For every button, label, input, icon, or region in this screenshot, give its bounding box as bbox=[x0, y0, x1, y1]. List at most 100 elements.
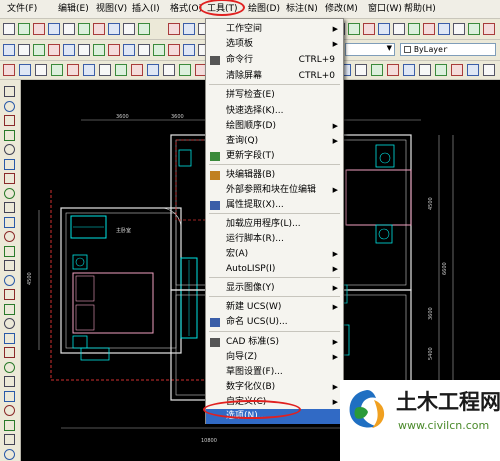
tools-menu-item-8[interactable]: 更新字段(T) bbox=[206, 149, 343, 164]
menu-2[interactable]: 视图(V) bbox=[96, 3, 127, 16]
draw-tool-icon[interactable] bbox=[4, 231, 15, 242]
menu-7[interactable]: 标注(N) bbox=[286, 3, 318, 16]
draw-tool-icon[interactable] bbox=[4, 419, 15, 431]
draw-tool-icon[interactable] bbox=[4, 129, 15, 141]
draw-tool-icon[interactable] bbox=[4, 144, 15, 155]
toolbar-tool-icon[interactable] bbox=[355, 64, 367, 76]
toolbar-tool-icon[interactable] bbox=[99, 64, 111, 76]
draw-tool-icon[interactable] bbox=[4, 361, 15, 373]
toolbar-tool-icon[interactable] bbox=[35, 64, 47, 76]
draw-tool-icon[interactable] bbox=[4, 115, 15, 126]
draw-tool-icon[interactable] bbox=[4, 347, 15, 358]
menu-8[interactable]: 修改(M) bbox=[325, 3, 358, 16]
toolbar-tool-icon[interactable] bbox=[348, 23, 360, 35]
draw-tool-icon[interactable] bbox=[4, 173, 15, 184]
tools-menu-item-5[interactable]: 快速选择(K)... bbox=[206, 104, 343, 119]
toolbar-tool-icon[interactable] bbox=[163, 64, 175, 76]
menu-6[interactable]: 绘图(D) bbox=[248, 3, 280, 16]
toolbar-tool-icon[interactable] bbox=[115, 64, 127, 76]
toolbar-tool-icon[interactable] bbox=[438, 23, 450, 35]
toolbar-tool-icon[interactable] bbox=[483, 64, 495, 76]
tools-menu-item-18[interactable]: 命名 UCS(U)... bbox=[206, 315, 343, 330]
toolbar-tool-icon[interactable] bbox=[93, 23, 105, 35]
draw-tool-icon[interactable] bbox=[4, 202, 15, 213]
toolbar-tool-icon[interactable] bbox=[467, 64, 479, 76]
layer-combo[interactable]: ByLayer bbox=[400, 43, 496, 56]
tools-menu-item-20[interactable]: 向导(Z) ▶ bbox=[206, 350, 343, 365]
tools-menu-item-12[interactable]: 加载应用程序(L)... bbox=[206, 217, 343, 232]
toolbar-tool-icon[interactable] bbox=[18, 23, 30, 35]
toolbar-tool-icon[interactable] bbox=[138, 44, 150, 56]
toolbar-tool-icon[interactable] bbox=[483, 23, 495, 35]
tools-menu-item-7[interactable]: 查询(Q) ▶ bbox=[206, 134, 343, 149]
toolbar-tool-icon[interactable] bbox=[108, 44, 120, 56]
draw-tool-icon[interactable] bbox=[4, 434, 15, 445]
toolbar-tool-icon[interactable] bbox=[387, 64, 399, 76]
toolbar-tool-icon[interactable] bbox=[78, 44, 90, 56]
toolbar-tool-icon[interactable] bbox=[33, 23, 45, 35]
toolbar-tool-icon[interactable] bbox=[393, 23, 405, 35]
tools-menu-item-9[interactable]: 块编辑器(B) bbox=[206, 168, 343, 183]
draw-tool-icon[interactable] bbox=[4, 376, 15, 387]
toolbar-tool-icon[interactable] bbox=[18, 44, 30, 56]
tools-menu-item-14[interactable]: 宏(A) ▶ bbox=[206, 247, 343, 262]
draw-tool-icon[interactable] bbox=[4, 448, 15, 460]
draw-tool-icon[interactable] bbox=[4, 245, 15, 257]
tools-menu-item-16[interactable]: 显示图像(Y) ▶ bbox=[206, 281, 343, 296]
tools-menu-item-10[interactable]: 外部参照和块在位编辑 ▶ bbox=[206, 183, 343, 198]
toolbar-tool-icon[interactable] bbox=[3, 44, 15, 56]
tools-menu-item-3[interactable]: 清除屏幕 CTRL+0 bbox=[206, 69, 343, 84]
menu-0[interactable]: 文件(F) bbox=[7, 3, 37, 16]
draw-tool-icon[interactable] bbox=[4, 332, 15, 344]
toolbar-tool-icon[interactable] bbox=[453, 23, 465, 35]
toolbar-tool-icon[interactable] bbox=[183, 44, 195, 56]
toolbar-tool-icon[interactable] bbox=[108, 23, 120, 35]
toolbar-tool-icon[interactable] bbox=[408, 23, 420, 35]
toolbar-tool-icon[interactable] bbox=[131, 64, 143, 76]
toolbar-tool-icon[interactable] bbox=[67, 64, 79, 76]
draw-tool-icon[interactable] bbox=[4, 289, 15, 300]
toolbar-tool-icon[interactable] bbox=[147, 64, 159, 76]
toolbar-tool-icon[interactable] bbox=[93, 44, 105, 56]
toolbar-tool-icon[interactable] bbox=[468, 23, 480, 35]
draw-tool-icon[interactable] bbox=[4, 187, 15, 199]
menu-4[interactable]: 格式(O) bbox=[170, 3, 202, 16]
tools-menu-item-11[interactable]: 属性提取(X)... bbox=[206, 198, 343, 213]
draw-tool-icon[interactable] bbox=[4, 260, 15, 271]
toolbar-tool-icon[interactable] bbox=[63, 44, 75, 56]
toolbar-tool-icon[interactable] bbox=[63, 23, 75, 35]
toolbar-tool-icon[interactable] bbox=[19, 64, 31, 76]
toolbar-tool-icon[interactable] bbox=[138, 23, 150, 35]
draw-tool-icon[interactable] bbox=[4, 405, 15, 416]
menu-1[interactable]: 编辑(E) bbox=[58, 3, 89, 16]
menu-10[interactable]: 帮助(H) bbox=[404, 3, 436, 16]
menu-3[interactable]: 插入(I) bbox=[132, 3, 160, 16]
tools-menu-item-15[interactable]: AutoLISP(I) ▶ bbox=[206, 262, 343, 277]
tools-menu-item-21[interactable]: 草图设置(F)... bbox=[206, 365, 343, 380]
draw-tool-icon[interactable] bbox=[4, 274, 15, 286]
toolbar-tool-icon[interactable] bbox=[371, 64, 383, 76]
tools-menu-item-4[interactable]: 拼写检查(E) bbox=[206, 88, 343, 103]
color-combo[interactable]: ▼ bbox=[345, 43, 395, 56]
tools-menu-item-13[interactable]: 运行脚本(R)... bbox=[206, 232, 343, 247]
tools-menu-item-2[interactable]: 命令行 CTRL+9 bbox=[206, 53, 343, 68]
toolbar-tool-icon[interactable] bbox=[83, 64, 95, 76]
toolbar-tool-icon[interactable] bbox=[403, 64, 415, 76]
tools-menu-item-19[interactable]: CAD 标准(S) ▶ bbox=[206, 335, 343, 350]
menu-9[interactable]: 窗口(W) bbox=[368, 3, 402, 16]
toolbar-tool-icon[interactable] bbox=[451, 64, 463, 76]
draw-tool-icon[interactable] bbox=[4, 158, 15, 170]
draw-tool-icon[interactable] bbox=[4, 100, 15, 112]
draw-tool-icon[interactable] bbox=[4, 318, 15, 329]
draw-tool-icon[interactable] bbox=[4, 303, 15, 315]
toolbar-tool-icon[interactable] bbox=[423, 23, 435, 35]
toolbar-tool-icon[interactable] bbox=[435, 64, 447, 76]
draw-tool-icon[interactable] bbox=[4, 86, 15, 97]
tools-menu-item-6[interactable]: 绘图顺序(D) ▶ bbox=[206, 119, 343, 134]
toolbar-tool-icon[interactable] bbox=[363, 23, 375, 35]
tools-menu-item-1[interactable]: 选项板 ▶ bbox=[206, 37, 343, 52]
toolbar-tool-icon[interactable] bbox=[123, 23, 135, 35]
toolbar-tool-icon[interactable] bbox=[179, 64, 191, 76]
toolbar-tool-icon[interactable] bbox=[123, 44, 135, 56]
tools-menu-item-17[interactable]: 新建 UCS(W) ▶ bbox=[206, 300, 343, 315]
